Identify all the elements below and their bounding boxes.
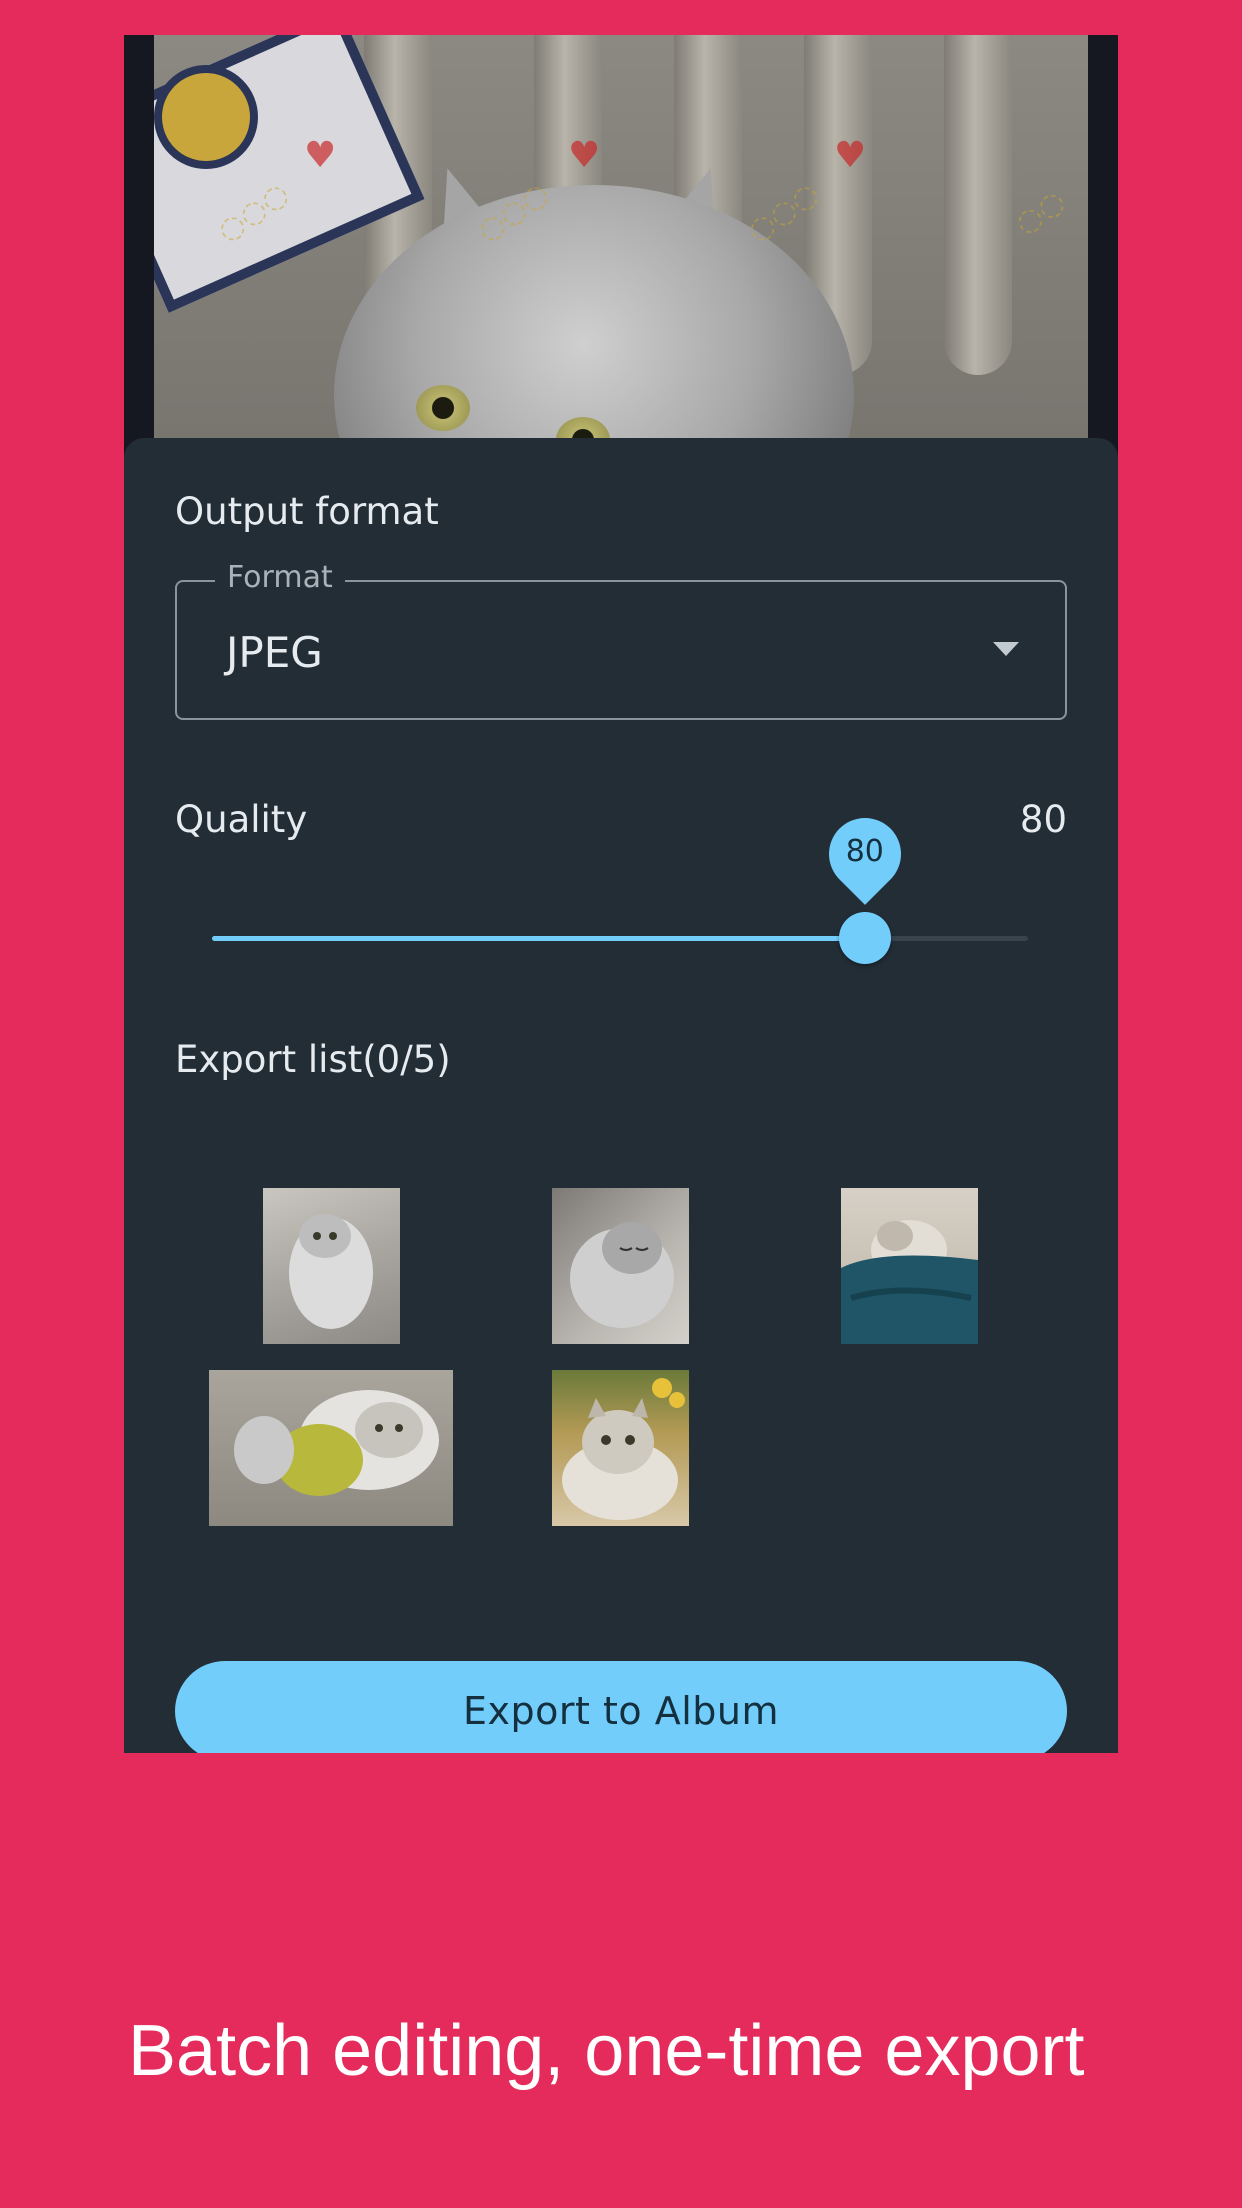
export-to-album-button[interactable]: Export to Album — [175, 1661, 1067, 1753]
cat-photo-3[interactable] — [841, 1188, 978, 1344]
cat-portrait-photo-icon — [562, 1378, 685, 1520]
format-selected-value: JPEG — [226, 628, 323, 677]
heart-icon: ♥ — [304, 135, 337, 176]
promo-caption: Batch editing, one-time export — [128, 2011, 1085, 2091]
app-screen: ♥ ♥ ♥ ◌◌◌ ◌◌◌ ◌◌◌ ◌◌ Output format Forma… — [124, 35, 1118, 1753]
quality-value: 80 — [1019, 798, 1067, 841]
badge-object — [154, 65, 258, 169]
quality-bubble-value: 80 — [845, 834, 884, 869]
cat-lying-photo-icon — [289, 1214, 373, 1329]
export-list-title: Export list(0/5) — [175, 1038, 451, 1081]
format-field-label: Format — [215, 560, 345, 595]
heart-icon: ♥ — [568, 135, 601, 176]
export-settings-panel: Output format Format JPEG Quality 80 80 … — [124, 438, 1118, 1753]
output-format-title: Output format — [175, 490, 439, 533]
cat-photo-1[interactable] — [263, 1188, 400, 1344]
quality-slider-thumb[interactable] — [838, 912, 891, 964]
quality-title: Quality — [175, 798, 308, 841]
export-thumbnail-grid — [124, 1188, 1118, 1538]
cat-toy-photo-icon — [234, 1390, 439, 1496]
cat-sleeping-photo-icon — [570, 1222, 674, 1328]
cat-photo-5[interactable] — [552, 1370, 689, 1526]
format-dropdown[interactable]: Format JPEG — [175, 560, 1067, 720]
dropdown-arrow-icon — [993, 642, 1019, 656]
quality-slider-track[interactable] — [212, 936, 1028, 941]
cat-blanket-photo-icon — [841, 1220, 978, 1344]
image-preview[interactable]: ♥ ♥ ♥ ◌◌◌ ◌◌◌ ◌◌◌ ◌◌ — [154, 35, 1088, 475]
cat-eye — [416, 385, 470, 431]
cat-photo-4[interactable] — [209, 1370, 453, 1526]
cat-photo-2[interactable] — [552, 1188, 689, 1344]
heart-icon: ♥ — [834, 135, 867, 176]
curtain-fold — [944, 35, 1012, 375]
quality-slider-fill — [212, 936, 865, 941]
watermark-mark: ◌◌ — [1008, 183, 1072, 242]
